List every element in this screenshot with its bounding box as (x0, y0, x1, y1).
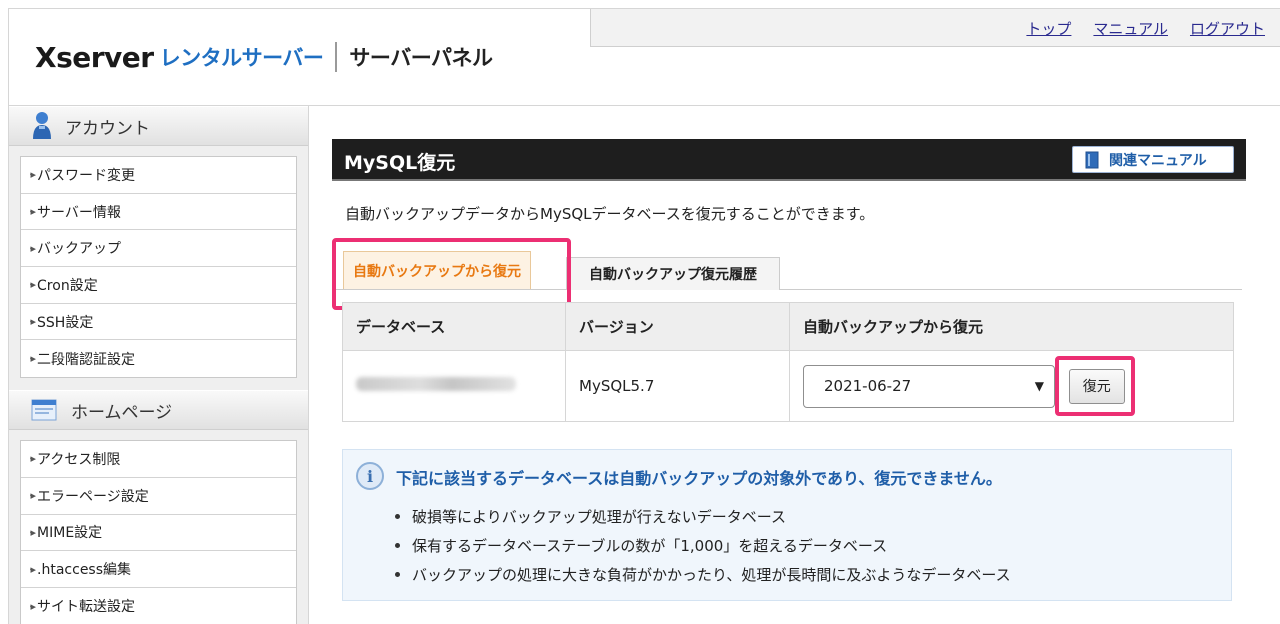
related-manual-button[interactable]: 関連マニュアル (1072, 146, 1234, 173)
sidebar-section-title: ホームページ (71, 402, 173, 423)
tabs-divider (332, 289, 1242, 290)
page-title: MySQL復元 (344, 152, 456, 174)
column-header-version: バージョン (565, 302, 790, 351)
database-name-cell (342, 350, 566, 422)
info-list: 破損等によりバックアップ処理が行えないデータベース 保有するデータベーステーブル… (395, 502, 1011, 589)
chevron-down-icon: ▼ (1034, 379, 1044, 393)
sidebar-item-cron[interactable]: ·▸ Cron設定 (21, 267, 296, 304)
page-title-bar: MySQL復元 関連マニュアル (332, 139, 1246, 181)
sidebar-item-server-info[interactable]: ·▸ サーバー情報 (21, 194, 296, 231)
sidebar-section-account[interactable]: アカウント (9, 106, 308, 146)
info-icon: i (356, 462, 384, 490)
list-item: 破損等によりバックアップ処理が行えないデータベース (395, 502, 1011, 531)
sidebar-list-homepage: ·▸ アクセス制限 ·▸ エラーページ設定 ·▸ MIME設定 ·▸ .htaccess… (20, 440, 297, 624)
column-header-database: データベース (342, 302, 566, 351)
related-manual-label: 関連マニュアル (1109, 152, 1207, 169)
logo-divider (335, 42, 338, 72)
sidebar-item-ssh[interactable]: ·▸ SSH設定 (21, 304, 296, 341)
blurred-database-name (356, 377, 516, 391)
arrow-icon: ·▸ (29, 278, 36, 292)
arrow-icon: ·▸ (29, 241, 36, 255)
logo-panel: サーバーパネル (349, 46, 493, 70)
arrow-icon: ·▸ (29, 452, 36, 466)
sidebar-item-mime[interactable]: ·▸ MIME設定 (21, 515, 296, 552)
arrow-icon: ·▸ (29, 315, 36, 329)
sidebar-item-access-control[interactable]: ·▸ アクセス制限 (21, 441, 296, 478)
bullet-icon (395, 514, 400, 519)
sidebar-item-password[interactable]: ·▸ パスワード変更 (21, 157, 296, 194)
header: Xserver レンタルサーバー サーバーパネル トップ マニュアル ログアウト (8, 8, 1280, 106)
book-icon (1085, 151, 1099, 168)
table-row: MySQL5.7 2021-06-27 ▼ 復元 (342, 350, 1234, 422)
selected-date: 2021-06-27 (824, 377, 912, 395)
list-item: 保有するデータベーステーブルの数が「1,000」を超えるデータベース (395, 531, 1011, 560)
sidebar-item-htaccess[interactable]: ·▸ .htaccess編集 (21, 551, 296, 588)
version-cell: MySQL5.7 (565, 350, 790, 422)
page-description: 自動バックアップデータからMySQLデータベースを復元することができます。 (345, 205, 875, 223)
list-item: バックアップの処理に大きな負荷がかかったり、処理が長時間に及ぶようなデータベース (395, 560, 1011, 589)
restore-button[interactable]: 復元 (1068, 368, 1125, 404)
arrow-icon: ·▸ (29, 352, 36, 366)
logo[interactable]: Xserver レンタルサーバー サーバーパネル (35, 40, 493, 74)
top-link-manual[interactable]: マニュアル (1093, 18, 1168, 39)
logo-rental: レンタルサーバー (159, 46, 324, 70)
info-title: 下記に該当するデータベースは自動バックアップの対象外であり、復元できません。 (396, 469, 1002, 488)
person-icon (33, 112, 51, 139)
table-header-row: データベース バージョン 自動バックアップから復元 (342, 302, 1234, 351)
bullet-icon (395, 543, 400, 548)
arrow-icon: ·▸ (29, 525, 36, 539)
sidebar-item-error-page[interactable]: ·▸ エラーページ設定 (21, 478, 296, 515)
tab-auto-backup-restore[interactable]: 自動バックアップから復元 (343, 251, 531, 289)
main-content: MySQL復元 関連マニュアル 自動バックアップデータからMySQLデータベース… (310, 106, 1280, 624)
top-links: トップ マニュアル ログアウト (1026, 18, 1265, 39)
arrow-icon: ·▸ (29, 599, 36, 613)
sidebar-list-account: ·▸ パスワード変更 ·▸ サーバー情報 ·▸ バックアップ ·▸ Cron設定 ·▸ S… (20, 156, 297, 379)
homepage-icon (31, 399, 57, 421)
column-header-restore: 自動バックアップから復元 (789, 302, 1234, 351)
restore-cell: 2021-06-27 ▼ 復元 (789, 350, 1234, 422)
tab-auto-backup-history[interactable]: 自動バックアップ復元履歴 (566, 257, 780, 290)
sidebar-item-backup[interactable]: ·▸ バックアップ (21, 230, 296, 268)
backup-date-select[interactable]: 2021-06-27 ▼ (803, 364, 1055, 408)
bullet-icon (395, 572, 400, 577)
top-bar: トップ マニュアル ログアウト (590, 9, 1280, 47)
top-link-home[interactable]: トップ (1026, 18, 1071, 39)
sidebar-item-2fa[interactable]: ·▸ 二段階認証設定 (21, 340, 296, 377)
arrow-icon: ·▸ (29, 562, 36, 576)
top-link-logout[interactable]: ログアウト (1190, 18, 1265, 39)
sidebar-item-site-transfer[interactable]: ·▸ サイト転送設定 (21, 588, 296, 624)
logo-xserver: Xserver (35, 40, 154, 74)
sidebar: アカウント ·▸ パスワード変更 ·▸ サーバー情報 ·▸ バックアップ ·▸ Cron… (8, 106, 309, 624)
info-box: i 下記に該当するデータベースは自動バックアップの対象外であり、復元できません。… (342, 449, 1232, 601)
arrow-icon: ·▸ (29, 489, 36, 503)
sidebar-section-title: アカウント (65, 118, 150, 139)
database-table: データベース バージョン 自動バックアップから復元 MySQL5.7 2021-… (342, 302, 1234, 422)
arrow-icon: ·▸ (29, 205, 36, 219)
sidebar-section-homepage[interactable]: ホームページ (9, 390, 308, 431)
arrow-icon: ·▸ (29, 168, 36, 182)
